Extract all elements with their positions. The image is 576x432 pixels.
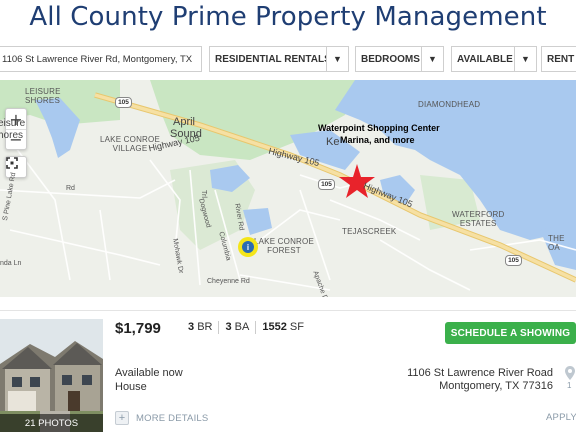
apply-link[interactable]: APPLY xyxy=(546,412,576,423)
highway-shield-icon: 105 xyxy=(505,255,522,266)
address-search-input[interactable]: 1106 St Lawrence River Rd, Montgomery, T… xyxy=(0,46,202,72)
chevron-down-icon: ▼ xyxy=(326,47,348,71)
listing-address-street: 1106 St Lawrence River Road xyxy=(407,367,553,379)
category-select-label: RESIDENTIAL RENTALS xyxy=(215,53,326,65)
street-label: Trl xyxy=(200,190,207,198)
rent-select-label: RENT xyxy=(547,53,575,65)
listing-address-city: Montgomery, TX 77316 xyxy=(439,380,553,392)
baths-spec: 3 BA xyxy=(219,321,257,334)
photo-count-badge: 21 PHOTOS xyxy=(0,414,103,432)
listing-card: 21 PHOTOS $1,799 3 BR 3 BA 1552 SF SCHED… xyxy=(0,310,576,432)
poi-label: Waterpoint Shopping Center xyxy=(318,123,440,133)
map-label-lake-conroe-forest: LAKE CONROE FOREST xyxy=(254,237,314,255)
location-pin-icon[interactable]: 1 xyxy=(564,365,576,393)
highway-shield-icon: 105 xyxy=(318,179,335,190)
beds-spec: 3 BR xyxy=(188,321,220,334)
rent-select[interactable]: RENT xyxy=(541,46,576,72)
schedule-showing-button[interactable]: SCHEDULE A SHOWING xyxy=(445,322,576,344)
plus-icon: + xyxy=(115,411,129,425)
availability-select[interactable]: AVAILABLE ▼ xyxy=(451,46,537,72)
street-label: nda Ln xyxy=(0,260,22,267)
info-icon: i xyxy=(242,241,254,253)
map-canvas xyxy=(0,80,576,297)
chevron-down-icon: ▼ xyxy=(514,47,536,71)
property-type: House xyxy=(115,381,147,393)
bedrooms-select[interactable]: BEDROOMS ▼ xyxy=(355,46,444,72)
page-title: All County Prime Property Management xyxy=(29,2,547,32)
fullscreen-icon xyxy=(6,157,18,169)
address-search-value: 1106 St Lawrence River Rd, Montgomery, T… xyxy=(2,53,193,65)
availability-select-label: AVAILABLE xyxy=(457,53,513,65)
property-map-pin[interactable]: i xyxy=(238,237,258,257)
page-header: All County Prime Property Management xyxy=(0,0,576,40)
map-label-waterford-estates: WATERFORD ESTATES xyxy=(452,210,505,228)
sqft-spec: 1552 SF xyxy=(262,321,304,333)
location-pin-count: 1 xyxy=(567,381,572,390)
map-label-the-oaks: THE OA xyxy=(548,234,565,252)
category-select[interactable]: RESIDENTIAL RENTALS ▼ xyxy=(209,46,349,72)
street-label: Rd xyxy=(66,185,75,192)
poi-label: Marina, and more xyxy=(340,135,415,145)
highway-shield-icon: 105 xyxy=(115,97,132,108)
chevron-down-icon: ▼ xyxy=(421,47,443,71)
map-label-keenan: Ke xyxy=(326,136,340,148)
availability-text: Available now xyxy=(115,367,183,379)
listing-photo[interactable]: 21 PHOTOS xyxy=(0,319,103,432)
bedrooms-select-label: BEDROOMS xyxy=(361,53,420,65)
filter-bar: 1106 St Lawrence River Rd, Montgomery, T… xyxy=(0,46,576,72)
more-details-link[interactable]: + MORE DETAILS xyxy=(115,411,208,425)
map-label-leisure-shores: LEISURE SHORES xyxy=(25,87,61,105)
map-label-tejascreek: TEJASCREEK xyxy=(342,227,397,236)
street-label: Cheyenne Rd xyxy=(207,278,250,285)
map-label-diamondhead: DIAMONDHEAD xyxy=(418,100,481,109)
map-view[interactable]: + − LEISURE SHORES eisure hores LAKE CONRO… xyxy=(0,80,576,297)
listing-specs: 3 BR 3 BA 1552 SF xyxy=(188,321,310,334)
listing-price: $1,799 xyxy=(115,320,161,337)
map-label-leisure-shores-town: eisure hores xyxy=(0,118,26,141)
more-details-label: MORE DETAILS xyxy=(136,412,209,424)
